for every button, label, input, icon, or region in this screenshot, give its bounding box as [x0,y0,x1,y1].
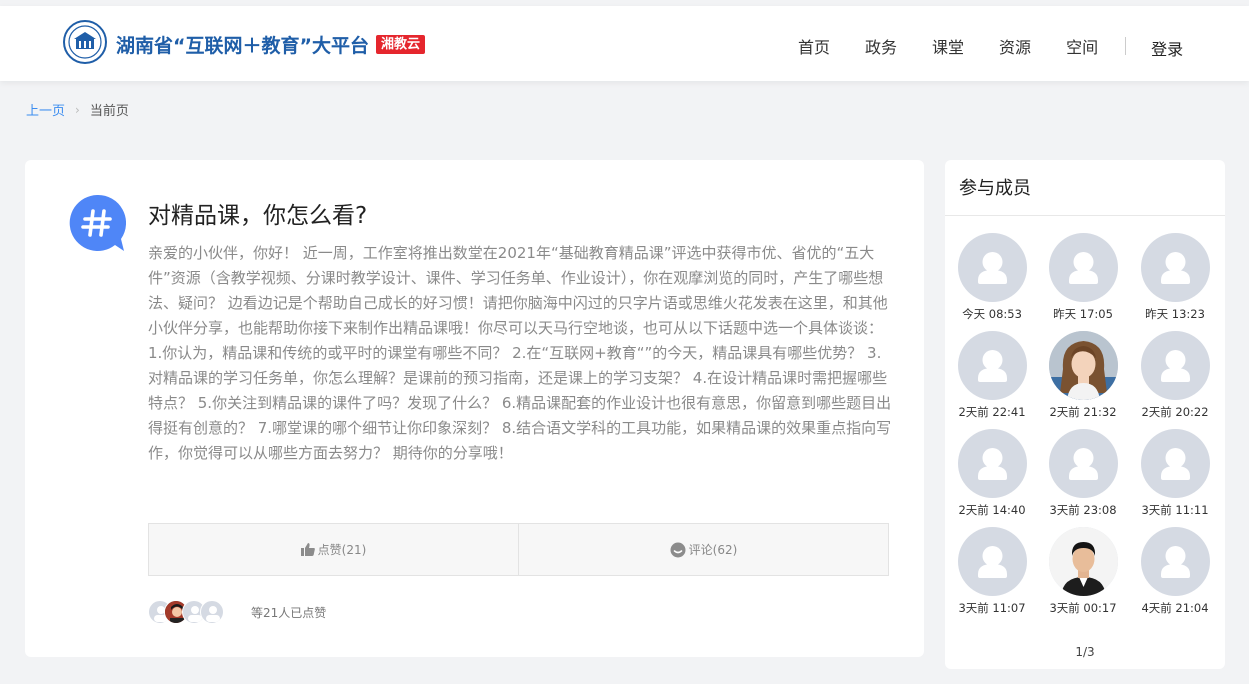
topic-card: 对精品课，你怎么看? 亲爱的小伙伴，你好！ 近一周，工作室将推出数堂在2021年… [25,160,924,657]
likers-row: 等21人已点赞 [148,599,326,625]
avatar[interactable] [1140,331,1210,400]
member-item[interactable]: 2天前 14:40 [946,429,1038,518]
user-icon [1068,252,1098,284]
user-icon [1160,546,1190,578]
login-button[interactable]: 登录 [1151,36,1183,60]
breadcrumb: 上一页 › 当前页 [26,100,129,120]
likers-count-text: 等21人已点赞 [251,605,327,620]
user-icon [1068,448,1098,480]
user-photo-icon [1048,331,1118,400]
avatar[interactable] [1048,331,1118,400]
user-icon [977,546,1007,578]
member-item[interactable]: 3天前 23:08 [1037,429,1129,518]
breadcrumb-back-link[interactable]: 上一页 [26,100,65,119]
main-nav: 首页 政务 课堂 资源 空间 登录 [798,32,1183,60]
member-item[interactable]: 3天前 11:07 [946,527,1038,616]
nav-item-classroom[interactable]: 课堂 [932,34,964,58]
member-item[interactable]: 昨天 13:23 [1129,233,1221,322]
user-icon [1160,252,1190,284]
breadcrumb-current: 当前页 [89,104,129,119]
topic-body: 亲爱的小伙伴，你好！ 近一周，工作室将推出数堂在2021年“基础教育精品课”评选… [148,244,892,462]
comment-icon [670,542,686,557]
user-icon [977,448,1007,480]
brand-title: 湖南省“互联网＋教育”大平台 [116,34,369,57]
nav-divider [1125,37,1127,55]
member-item[interactable]: 2天前 20:22 [1129,331,1221,420]
members-title: 参与成员 [945,160,1225,216]
avatar[interactable] [957,331,1027,400]
platform-logo-icon[interactable] [63,20,107,64]
avatar[interactable] [1048,527,1118,596]
avatar[interactable] [200,600,224,624]
comment-button[interactable]: 评论(62) [518,524,888,575]
nav-item-government[interactable]: 政务 [865,34,897,58]
member-join-time: 3天前 11:07 [958,601,1026,615]
member-join-time: 3天前 11:11 [1141,503,1209,517]
member-item[interactable]: 2天前 21:32 [1037,331,1129,420]
member-item[interactable]: 3天前 11:11 [1129,429,1221,518]
member-join-time: 昨天 13:23 [1145,307,1205,321]
thumbs-up-icon [300,543,315,556]
member-join-time: 4天前 21:04 [1141,601,1209,615]
user-icon [1160,448,1190,480]
avatar[interactable] [1048,233,1118,302]
member-item[interactable]: 2天前 22:41 [946,331,1038,420]
member-join-time: 3天前 23:08 [1049,503,1117,517]
like-label: 点赞(21) [317,543,367,557]
nav-item-space[interactable]: 空间 [1066,34,1098,58]
user-icon [977,252,1007,284]
user-icon [977,350,1007,382]
like-button[interactable]: 点赞(21) [149,524,518,575]
avatar[interactable] [957,233,1027,302]
hashtag-topic-icon [69,194,126,251]
avatar[interactable] [1048,429,1118,498]
liker-avatars [148,599,228,625]
user-icon [1160,350,1190,382]
avatar[interactable] [1140,527,1210,596]
avatar[interactable] [957,429,1027,498]
members-pager[interactable]: 1/3 [945,645,1225,659]
comment-label: 评论(62) [688,543,738,557]
brand-badge: 湘教云 [375,34,425,54]
avatar[interactable] [1140,233,1210,302]
member-join-time: 3天前 00:17 [1049,601,1117,615]
nav-item-resources[interactable]: 资源 [999,34,1031,58]
chevron-right-icon: › [75,102,80,117]
member-join-time: 2天前 20:22 [1141,405,1209,419]
user-icon [206,606,220,622]
member-join-time: 2天前 22:41 [958,405,1026,419]
user-photo-icon [1048,527,1118,596]
member-join-time: 昨天 17:05 [1053,307,1113,321]
site-header: 湖南省“互联网＋教育”大平台 湘教云 首页 政务 课堂 资源 空间 登录 [0,6,1249,81]
brand[interactable]: 湖南省“互联网＋教育”大平台 湘教云 [116,30,425,58]
avatar[interactable] [957,527,1027,596]
nav-item-home[interactable]: 首页 [798,34,830,58]
member-join-time: 今天 08:53 [962,307,1022,321]
member-item[interactable]: 3天前 00:17 [1037,527,1129,616]
topic-title: 对精品课，你怎么看? [148,203,368,229]
member-item[interactable]: 4天前 21:04 [1129,527,1221,616]
member-item[interactable]: 昨天 17:05 [1037,233,1129,322]
avatar[interactable] [1140,429,1210,498]
member-join-time: 2天前 21:32 [1049,405,1117,419]
member-join-time: 2天前 14:40 [958,503,1026,517]
action-bar: 点赞(21) 评论(62) [148,523,889,576]
member-item[interactable]: 今天 08:53 [946,233,1038,322]
members-panel: 参与成员 今天 08:53 昨天 17:05 昨天 13:23 2天前 22:41 2天… [945,160,1225,669]
